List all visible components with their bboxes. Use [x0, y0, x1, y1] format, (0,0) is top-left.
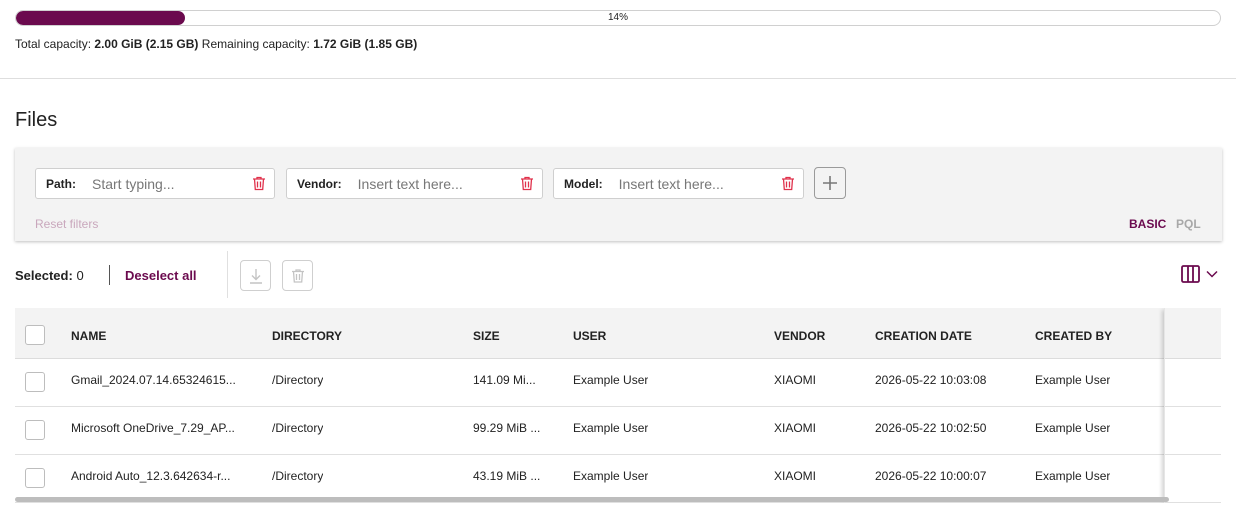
total-capacity-label: Total capacity:: [15, 37, 92, 51]
download-icon: [249, 268, 262, 284]
capacity-progress-bar: 14%: [15, 10, 1221, 26]
table-row[interactable]: Android Auto_12.3.642634-r... /Directory…: [15, 455, 1221, 503]
cell-size: 43.19 MiB ...: [473, 469, 541, 483]
capacity-percent: 14%: [607, 12, 628, 23]
cell-name: Gmail_2024.07.14.65324615...: [71, 373, 236, 387]
selection-separator: [109, 265, 110, 285]
path-filter: Path:: [35, 168, 275, 199]
add-filter-button[interactable]: [814, 167, 846, 199]
cell-created-by: Example User: [1035, 373, 1111, 387]
delete-button[interactable]: [282, 260, 313, 291]
vendor-filter-input[interactable]: [357, 175, 498, 192]
files-table: NAME DIRECTORY SIZE USER VENDOR CREATION…: [15, 308, 1221, 503]
section-divider: [0, 78, 1236, 79]
column-header-created-by[interactable]: CREATED BY: [1035, 329, 1112, 343]
plus-icon: [823, 176, 837, 190]
trash-icon[interactable]: [252, 176, 266, 191]
cell-vendor: XIAOMI: [774, 373, 817, 387]
row-checkbox[interactable]: [25, 420, 45, 440]
vendor-filter-label: Vendor:: [297, 176, 342, 191]
toolbar-separator: [227, 251, 228, 298]
trash-icon[interactable]: [520, 176, 534, 191]
columns-menu-button[interactable]: [1181, 265, 1218, 283]
deselect-all-button[interactable]: Deselect all: [125, 268, 197, 283]
total-capacity-value: 2.00 GiB (2.15 GB): [94, 37, 199, 51]
column-header-directory[interactable]: DIRECTORY: [272, 329, 342, 343]
filter-panel: Path: Vendor: Model: Reset filters BASIC…: [15, 148, 1222, 241]
sticky-column-shadow: [1164, 308, 1221, 503]
trash-icon: [291, 268, 304, 283]
cell-vendor: XIAOMI: [774, 421, 817, 435]
selected-count: Selected: 0: [15, 268, 84, 283]
page-title: Files: [15, 109, 58, 131]
cell-vendor: XIAOMI: [774, 469, 817, 483]
cell-created-by: Example User: [1035, 421, 1111, 435]
row-checkbox[interactable]: [25, 372, 45, 392]
cell-creation-date: 2026-05-22 10:00:07: [875, 469, 987, 483]
select-all-checkbox[interactable]: [25, 325, 45, 345]
cell-directory: /Directory: [272, 421, 324, 435]
model-filter-label: Model:: [564, 176, 603, 191]
table-row[interactable]: Gmail_2024.07.14.65324615... /Directory …: [15, 359, 1221, 407]
cell-directory: /Directory: [272, 373, 324, 387]
mode-basic-toggle[interactable]: BASIC: [1129, 217, 1166, 231]
table-header: NAME DIRECTORY SIZE USER VENDOR CREATION…: [15, 308, 1221, 359]
table-row[interactable]: Microsoft OneDrive_7.29_AP... /Directory…: [15, 407, 1221, 455]
cell-size: 141.09 Mi...: [473, 373, 536, 387]
capacity-summary: Total capacity: 2.00 GiB (2.15 GB) Remai…: [15, 37, 417, 51]
vendor-filter: Vendor:: [286, 168, 543, 199]
columns-icon: [1181, 265, 1200, 283]
selected-value: 0: [76, 268, 84, 283]
cell-directory: /Directory: [272, 469, 324, 483]
selected-label: Selected:: [15, 268, 73, 283]
horizontal-scrollbar[interactable]: [15, 497, 1169, 502]
cell-user: Example User: [573, 421, 649, 435]
model-filter: Model:: [553, 168, 804, 199]
reset-filters-button[interactable]: Reset filters: [35, 217, 98, 231]
cell-creation-date: 2026-05-22 10:02:50: [875, 421, 987, 435]
path-filter-label: Path:: [46, 176, 76, 191]
cell-name: Android Auto_12.3.642634-r...: [71, 469, 231, 483]
remaining-capacity-value: 1.72 GiB (1.85 GB): [313, 37, 418, 51]
column-header-creation-date[interactable]: CREATION DATE: [875, 329, 972, 343]
cell-name: Microsoft OneDrive_7.29_AP...: [71, 421, 235, 435]
remaining-capacity-label: Remaining capacity:: [201, 37, 310, 51]
cell-user: Example User: [573, 373, 649, 387]
trash-icon[interactable]: [781, 176, 795, 191]
cell-size: 99.29 MiB ...: [473, 421, 541, 435]
column-header-vendor[interactable]: VENDOR: [774, 329, 825, 343]
column-header-user[interactable]: USER: [573, 329, 606, 343]
column-header-name[interactable]: NAME: [71, 329, 106, 343]
model-filter-input[interactable]: [618, 175, 759, 192]
mode-pql-toggle[interactable]: PQL: [1176, 217, 1201, 231]
cell-creation-date: 2026-05-22 10:03:08: [875, 373, 987, 387]
row-checkbox[interactable]: [25, 468, 45, 488]
download-button[interactable]: [240, 260, 271, 291]
cell-created-by: Example User: [1035, 469, 1111, 483]
column-header-size[interactable]: SIZE: [473, 329, 500, 343]
chevron-down-icon: [1206, 270, 1218, 278]
cell-user: Example User: [573, 469, 649, 483]
path-filter-input[interactable]: [92, 175, 222, 192]
